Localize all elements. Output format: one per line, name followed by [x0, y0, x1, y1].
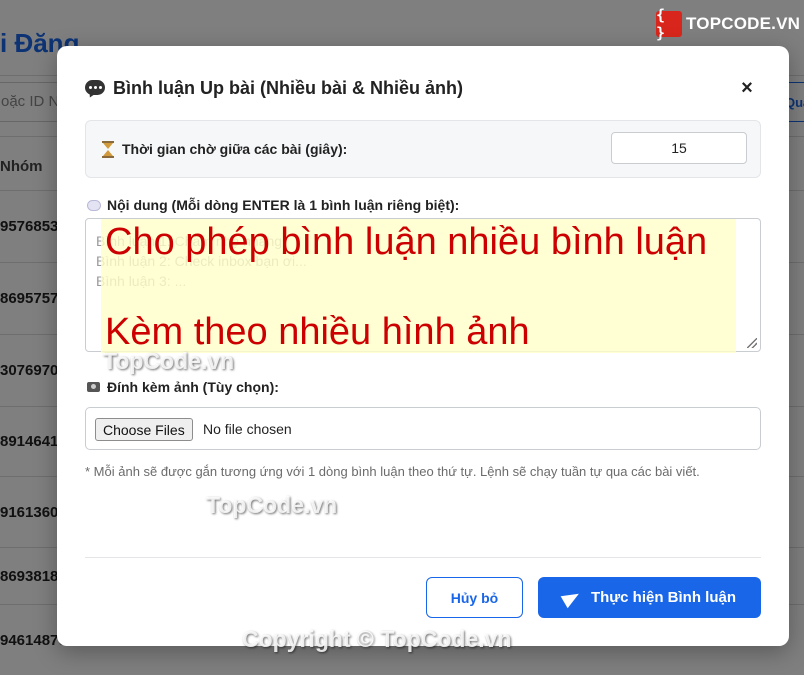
logo-badge-icon: { }: [656, 6, 682, 42]
modal-header: Bình luận Up bài (Nhiều bài & Nhiều ảnh): [85, 78, 463, 99]
thought-bubble-icon: [87, 199, 101, 211]
file-input-box: Choose Files No file chosen: [85, 407, 761, 450]
delay-label: Thời gian chờ giữa các bài (giây):: [122, 141, 348, 157]
watermark: TopCode.vn: [103, 348, 235, 374]
close-button[interactable]: ×: [737, 76, 757, 100]
watermark-copyright: Copyright © TopCode.vn: [242, 626, 512, 652]
file-status-text: No file chosen: [203, 421, 292, 437]
submit-button-label: Thực hiện Bình luận: [590, 589, 737, 606]
paper-plane-icon: [563, 590, 581, 606]
camera-icon: [87, 382, 100, 392]
hourglass-icon: [102, 141, 114, 158]
delay-seconds-input[interactable]: [611, 132, 747, 164]
textarea-resize-handle[interactable]: [747, 338, 757, 348]
footer-divider: [85, 557, 761, 558]
content-label: Nội dung (Mỗi dòng ENTER là 1 bình luận …: [107, 197, 460, 213]
promo-line-1: Cho phép bình luận nhiều bình luận: [105, 221, 708, 263]
content-label-row: Nội dung (Mỗi dòng ENTER là 1 bình luận …: [87, 197, 459, 213]
attach-label-row: Đính kèm ảnh (Tùy chọn):: [87, 379, 279, 395]
choose-files-button[interactable]: Choose Files: [95, 418, 193, 441]
modal-title: Bình luận Up bài (Nhiều bài & Nhiều ảnh): [113, 78, 463, 98]
promo-overlay: Cho phép bình luận nhiều bình luận Kèm t…: [101, 219, 736, 353]
cancel-button[interactable]: Hủy bỏ: [426, 577, 523, 618]
topcode-logo: { } TOPCODE.VN: [656, 6, 801, 42]
submit-comment-button[interactable]: Thực hiện Bình luận: [538, 577, 761, 618]
watermark: TopCode.vn: [206, 492, 338, 518]
attach-label: Đính kèm ảnh (Tùy chọn):: [107, 379, 279, 395]
comment-modal: Bình luận Up bài (Nhiều bài & Nhiều ảnh)…: [57, 46, 789, 646]
speech-bubble-icon: [85, 79, 105, 99]
logo-text: TOPCODE.VN: [686, 14, 801, 33]
delay-setting-box: Thời gian chờ giữa các bài (giây):: [85, 120, 761, 178]
help-note: * Mỗi ảnh sẽ được gắn tương ứng với 1 dò…: [85, 464, 700, 479]
